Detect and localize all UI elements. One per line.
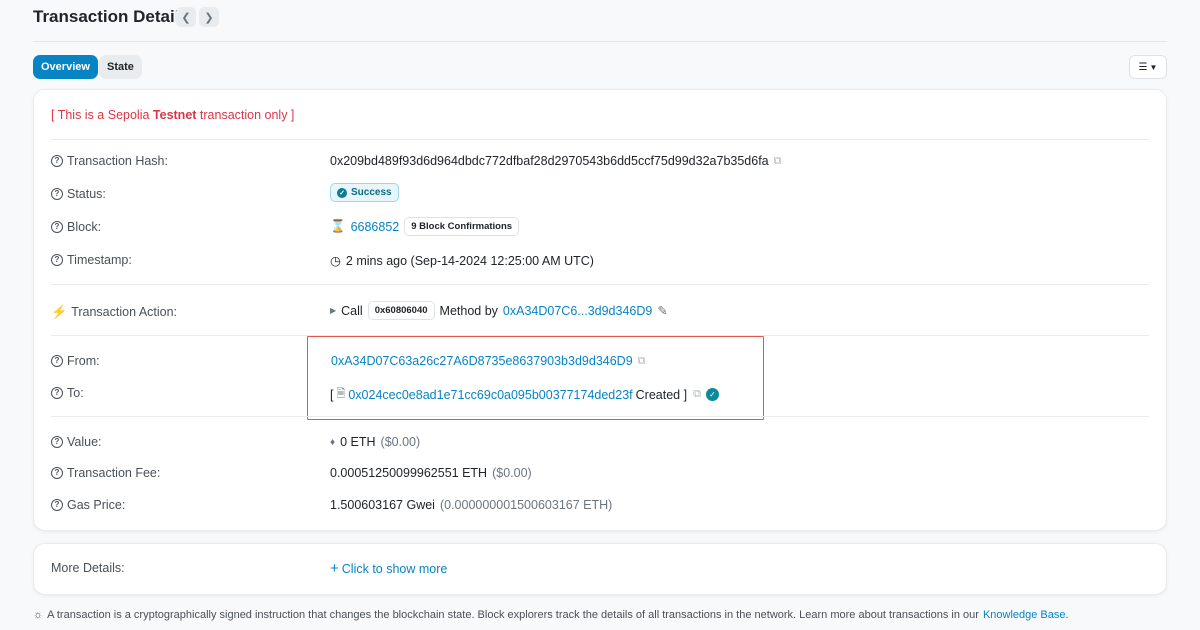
show-more-link[interactable]: + Click to show more [330,560,447,577]
fee-label: ? Transaction Fee: [51,466,160,480]
gas-eth: (0.000000001500603167 ETH) [439,498,613,512]
testnet-warning: [ This is a Sepolia Testnet transaction … [51,108,295,122]
value-label: ? Value: [51,435,102,449]
footer-text: A transaction is a cryptographically sig… [47,609,979,621]
chevron-right-icon: ❯ [204,11,214,24]
block-number-link[interactable]: 6686852 [351,220,400,234]
action-address-link[interactable]: 0xA34D07C6...3d9d346D9 [503,304,652,318]
question-icon[interactable]: ? [51,436,63,448]
question-icon[interactable]: ? [51,188,63,200]
status-value-row: ✓ Success [330,183,399,202]
copy-icon[interactable]: ⧉ [774,155,782,168]
fee-row: 0.00051250099962551 ETH ($0.00) [330,466,532,480]
more-details-card [33,543,1167,595]
clock-icon: ◷ [330,254,341,268]
hash-label: ? Transaction Hash: [51,154,168,168]
hash-value-row: 0x209bd489f93d6d964dbdc772dfbaf28d297054… [330,154,781,168]
timestamp-value: 2 mins ago (Sep-14-2024 12:25:00 AM UTC) [345,253,594,268]
value-row: ♦ 0 ETH ($0.00) [330,435,420,449]
timestamp-value-row: ◷ 2 mins ago (Sep-14-2024 12:25:00 AM UT… [330,253,594,269]
timestamp-label: ? Timestamp: [51,253,132,267]
value-usd: ($0.00) [380,435,421,449]
from-label: ? From: [51,354,100,368]
plus-icon: + [330,560,339,577]
more-details-label: More Details: [51,561,125,575]
to-label: ? To: [51,386,84,400]
check-icon: ✓ [337,187,347,198]
tab-state[interactable]: State [99,55,142,79]
question-icon[interactable]: ? [51,221,63,233]
edit-icon[interactable]: ✎ [657,303,667,318]
value-amount: 0 ETH [340,435,376,449]
tab-overview[interactable]: Overview [33,55,98,79]
chevron-left-icon: ❮ [181,11,191,24]
lightning-icon: ⚡ [51,304,68,319]
action-value-row: ▶ Call 0x60806040 Method by 0xA34D07C6..… [330,301,668,320]
fee-usd: ($0.00) [492,466,532,480]
question-icon[interactable]: ? [51,355,63,367]
list-check-icon: ☰ [1138,61,1148,73]
next-button[interactable]: ❯ [199,7,219,27]
action-label: ⚡ Transaction Action: [51,304,178,319]
prev-button[interactable]: ❮ [176,7,196,27]
highlight-box [307,336,764,420]
divider [51,416,1149,417]
gas-label: ? Gas Price: [51,498,125,512]
knowledge-base-link[interactable]: Knowledge Base [983,609,1066,621]
question-icon[interactable]: ? [51,387,63,399]
caret-right-icon[interactable]: ▶ [330,306,336,315]
question-icon[interactable]: ? [51,155,63,167]
question-icon[interactable]: ? [51,467,63,479]
fee-amount: 0.00051250099962551 ETH [330,466,488,480]
gas-amount: 1.500603167 Gwei [330,498,435,512]
hourglass-icon: ⌛ [330,219,346,233]
method-by-text: Method by [439,303,498,318]
block-value-row: ⌛ 6686852 9 Block Confirmations [330,217,520,236]
divider [51,284,1149,285]
chevron-down-icon: ▼ [1149,62,1158,72]
question-icon[interactable]: ? [51,499,63,511]
eth-icon: ♦ [330,436,336,448]
page-title: Transaction Details [33,7,189,26]
lightbulb-icon: ☼ [33,609,44,621]
divider [51,139,1149,140]
status-label: ? Status: [51,187,106,201]
footer-note: ☼ A transaction is a cryptographically s… [33,609,1069,621]
header-divider [33,41,1167,42]
gas-row: 1.500603167 Gwei (0.000000001500603167 E… [330,498,612,512]
view-options-button[interactable]: ☰ ▼ [1129,55,1167,79]
confirmations-badge: 9 Block Confirmations [404,217,520,236]
status-badge: ✓ Success [330,183,399,202]
transaction-hash: 0x209bd489f93d6d964dbdc772dfbaf28d297054… [330,154,769,168]
action-call: Call [341,303,363,318]
method-id-badge: 0x60806040 [367,301,435,320]
question-icon[interactable]: ? [51,254,63,266]
block-label: ? Block: [51,220,101,234]
